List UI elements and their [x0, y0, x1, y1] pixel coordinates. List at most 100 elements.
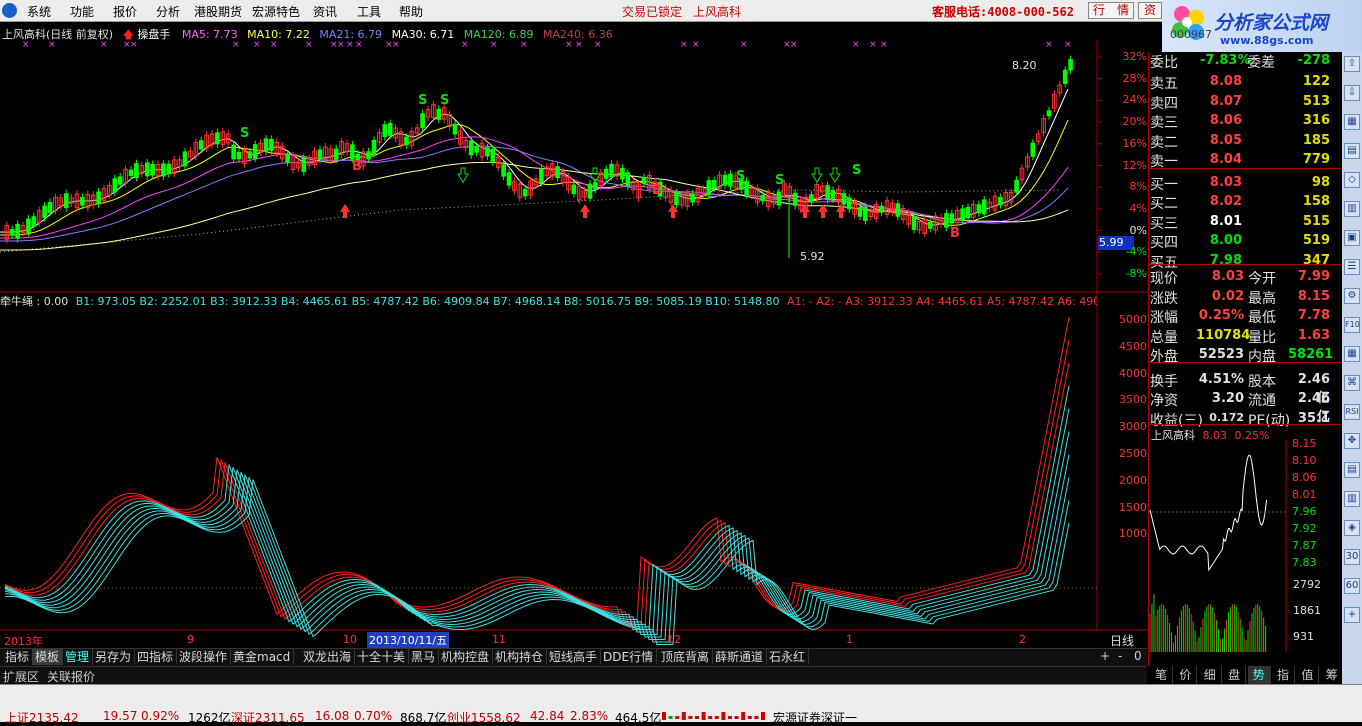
indicator-tab[interactable]: 双龙出海 [300, 649, 356, 665]
F10-icon[interactable]: F10 [1344, 317, 1360, 333]
chart2-icon[interactable]: ◈ [1344, 520, 1360, 536]
indicator-tab[interactable]: DDE行情 [600, 649, 658, 665]
quote-panel-tab[interactable]: 值 [1296, 666, 1320, 684]
tab-reset-button[interactable]: 0 [1134, 649, 1142, 663]
indicator-tab[interactable]: 模板 [32, 649, 64, 665]
net-icon[interactable]: ⌘ [1344, 375, 1360, 391]
ma-line [0, 119, 1069, 236]
indicator-tab[interactable]: 黄金macd [230, 649, 295, 665]
tab-linked-quote[interactable]: 关联报价 [47, 668, 95, 685]
stack-icon[interactable]: ▤ [1344, 462, 1360, 478]
menu-help[interactable]: 帮助 [399, 3, 423, 20]
tab-extension[interactable]: 扩展区 [3, 668, 39, 685]
menu-hongyuan[interactable]: 宏源特色 [252, 3, 300, 20]
indicator-tab[interactable]: 管理 [62, 649, 94, 665]
rope-line [4, 317, 1070, 623]
doc-icon[interactable]: ▤ [1344, 143, 1360, 159]
buy-arrow-icon [580, 204, 590, 218]
lock-status: 交易已锁定 [622, 5, 683, 19]
period-label[interactable]: 日线 [1098, 632, 1146, 648]
indicator-tab[interactable]: 顶底背离 [658, 649, 714, 665]
sh-change: 19.57 [103, 709, 138, 723]
frame-icon[interactable]: ▣ [1344, 230, 1360, 246]
quote-button[interactable]: 行 情 [1088, 2, 1134, 19]
RSI-icon[interactable]: RSI [1344, 404, 1360, 420]
time-label-jan: 1 [846, 633, 853, 646]
candle-body [620, 167, 625, 180]
candle-body [625, 172, 631, 187]
indicator-tab[interactable]: 十全十美 [354, 649, 410, 665]
svg-text:×: × [22, 40, 30, 50]
candle-body [236, 151, 242, 160]
candle-body [760, 194, 766, 202]
up-arrow-icon[interactable]: ⇧ [1344, 56, 1360, 72]
candle-body [776, 191, 782, 206]
candle-body [841, 193, 847, 205]
candle-body [198, 140, 204, 150]
list-icon[interactable]: ☰ [1344, 259, 1360, 275]
quote-panel-tab[interactable]: 细 [1199, 666, 1222, 684]
indicator-tab[interactable]: 另存为 [92, 649, 136, 665]
sz-index[interactable]: 深证2311.65 [231, 709, 305, 726]
indicator-tab[interactable]: 机构控盘 [438, 649, 494, 665]
trade-button[interactable]: 资 [1138, 2, 1162, 19]
candle-body [9, 228, 15, 236]
menu-news[interactable]: 资讯 [313, 3, 337, 20]
move-icon[interactable]: ✥ [1344, 433, 1360, 449]
wei-bi-label: 委比 [1150, 55, 1178, 71]
chart-icon[interactable]: ◇ [1344, 172, 1360, 188]
candle-body [117, 176, 123, 185]
candle-body [722, 174, 728, 186]
quote-panel-tab[interactable]: 笔 [1150, 666, 1173, 684]
candle-body [593, 182, 598, 190]
30-icon[interactable]: 30 [1344, 549, 1360, 565]
indicator-tab[interactable]: 石永红 [766, 649, 810, 665]
quote-label: 最高 [1248, 290, 1276, 307]
cog-icon[interactable]: ⚙ [1344, 288, 1360, 304]
menu-hk-futures[interactable]: 港股期货 [194, 3, 242, 20]
quote-value: 8.03 [1211, 269, 1244, 284]
grid-icon[interactable]: ▦ [1344, 114, 1360, 130]
quote-panel-tab[interactable]: 筹 [1321, 666, 1344, 684]
down-arrow-icon[interactable]: ⇩ [1344, 85, 1360, 101]
candle-body [927, 221, 933, 229]
quote-value: 58261 [1288, 347, 1334, 362]
ask-qty: 185 [1302, 132, 1330, 148]
grid2-icon[interactable]: ▦ [1344, 346, 1360, 362]
quote-panel-tab[interactable]: 价 [1174, 666, 1198, 684]
indicator-tab[interactable]: 四指标 [134, 649, 178, 665]
svg-text:×: × [1045, 40, 1053, 50]
tab-add-button[interactable]: + [1100, 649, 1110, 663]
indicator-tab[interactable]: 波段操作 [176, 649, 232, 665]
60-icon[interactable]: 60 [1344, 578, 1360, 594]
cy-change: 42.84 [530, 709, 565, 723]
candlesticks[interactable] [4, 55, 1073, 258]
menu-tools[interactable]: 工具 [357, 3, 381, 20]
menu-analysis[interactable]: 分析 [156, 3, 180, 20]
menu-quote[interactable]: 报价 [113, 3, 137, 20]
tab-remove-button[interactable]: - [1118, 649, 1122, 663]
+-icon[interactable]: + [1344, 607, 1360, 623]
sh-index[interactable]: 上证2135.42 [5, 709, 79, 726]
indicator-tab[interactable]: 短线高手 [546, 649, 602, 665]
menu-function[interactable]: 功能 [70, 3, 94, 20]
indicator-tab[interactable]: 黑马 [408, 649, 440, 665]
menu-system[interactable]: 系统 [27, 3, 51, 20]
quote-panel-tab[interactable]: 指 [1272, 666, 1295, 684]
indicator-tab[interactable]: 指标 [2, 649, 34, 665]
bars-icon[interactable]: ▥ [1344, 201, 1360, 217]
quote-label: 涨幅 [1150, 310, 1178, 326]
intraday-axis-label: 8.10 [1292, 454, 1317, 467]
indicator-tab[interactable]: 机构持仓 [492, 649, 548, 665]
ask-price: 8.08 [1209, 74, 1242, 89]
volume-axis-label: 2792 [1293, 578, 1321, 591]
candle-body [80, 196, 85, 206]
quote-panel-tab[interactable]: 盘 [1223, 666, 1247, 684]
price-axis-label: -4% [1125, 245, 1147, 259]
quote-panel-tab[interactable]: 势 [1247, 666, 1271, 684]
indicator-tab[interactable]: 薛斯通道 [712, 649, 768, 665]
quote-value: 0.02 [1211, 288, 1244, 304]
time-label-feb: 2 [1019, 633, 1026, 646]
cy-index[interactable]: 创业1558.62 [447, 709, 521, 726]
bars2-icon[interactable]: ▥ [1344, 491, 1360, 507]
